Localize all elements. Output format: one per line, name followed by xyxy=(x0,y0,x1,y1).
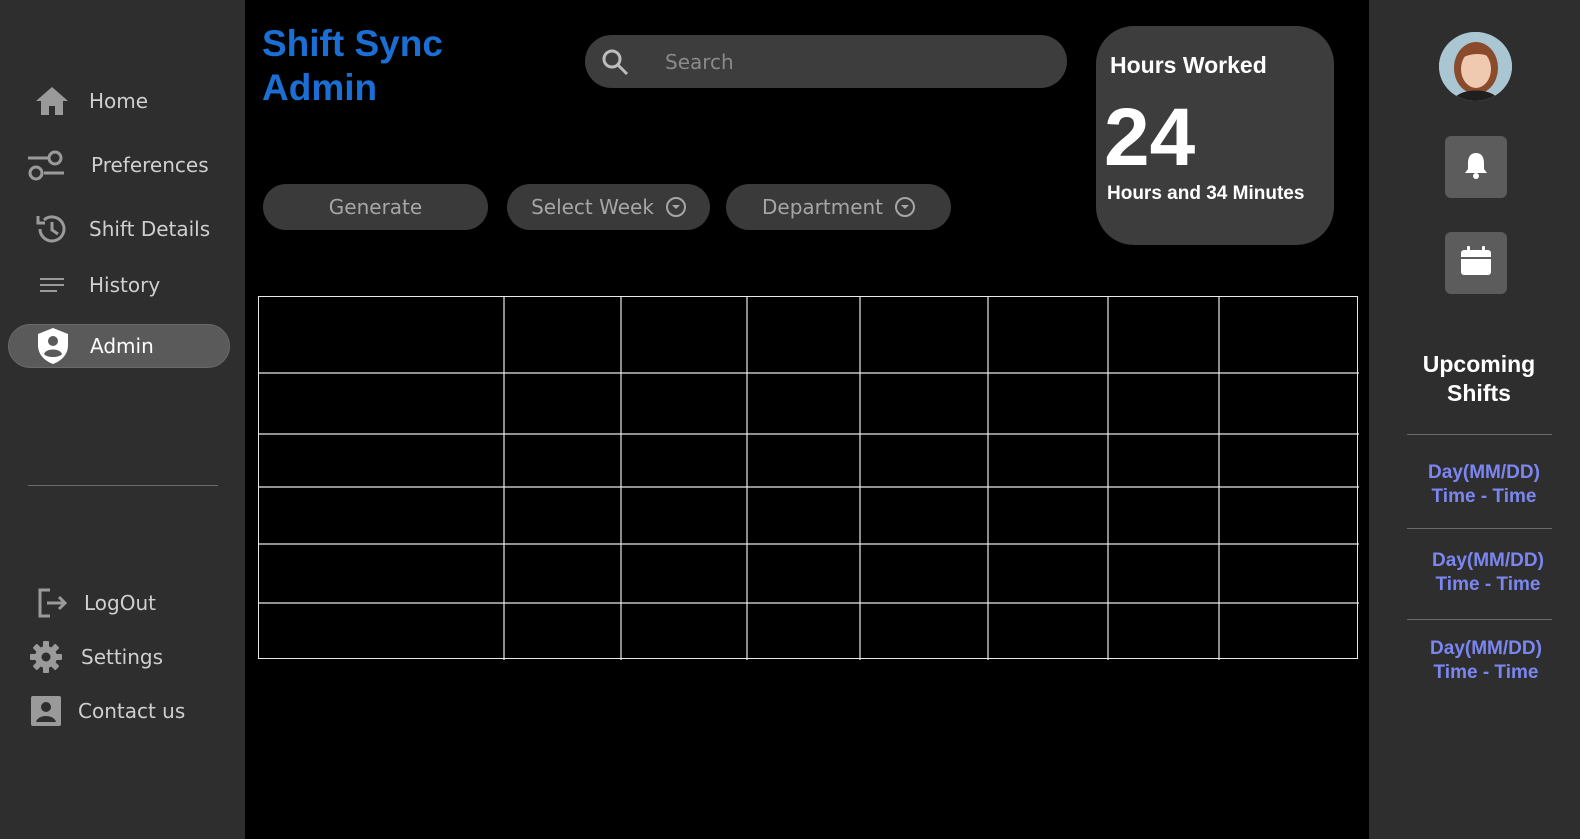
sidebar-item-contact[interactable]: Contact us xyxy=(8,689,230,733)
department-label: Department xyxy=(761,195,884,219)
chevron-down-icon xyxy=(895,197,916,217)
upcoming-shifts-title: Upcoming Shifts xyxy=(1422,351,1536,406)
upcoming-shift-item[interactable]: Day(MM/DD) Time - Time xyxy=(1411,637,1561,685)
upcoming-divider xyxy=(1407,434,1552,435)
sidebar-item-home[interactable]: Home xyxy=(8,79,230,123)
select-week-dropdown[interactable]: Select Week xyxy=(507,184,710,230)
shift-time: Time - Time xyxy=(1435,574,1541,595)
select-week-label: Select Week xyxy=(531,195,654,219)
upcoming-shift-item[interactable]: Day(MM/DD) Time - Time xyxy=(1413,549,1563,597)
chevron-down-icon xyxy=(665,197,686,217)
history-clock-icon xyxy=(32,211,72,247)
shift-day: Day(MM/DD) xyxy=(1432,550,1544,571)
search-bar[interactable] xyxy=(585,35,1067,88)
search-icon xyxy=(601,48,629,76)
hours-worked-title: Hours Worked xyxy=(1110,52,1267,78)
schedule-grid-lines xyxy=(259,297,1359,660)
generate-button[interactable]: Generate xyxy=(263,184,488,230)
contact-card-icon xyxy=(26,693,66,729)
shift-day: Day(MM/DD) xyxy=(1428,462,1540,483)
shift-day: Day(MM/DD) xyxy=(1430,638,1542,659)
sidebar-item-shift-details[interactable]: Shift Details xyxy=(8,207,230,251)
notifications-button[interactable] xyxy=(1445,136,1507,198)
lines-icon xyxy=(32,267,72,303)
sidebar-item-label: Admin xyxy=(90,334,154,358)
department-dropdown[interactable]: Department xyxy=(726,184,951,230)
left-sidebar: Home Preferences Shift Details History A… xyxy=(0,0,245,839)
sidebar-item-admin[interactable]: Admin xyxy=(8,324,230,368)
calendar-button[interactable] xyxy=(1445,232,1507,294)
upcoming-shift-item[interactable]: Day(MM/DD) Time - Time xyxy=(1409,461,1559,509)
logout-icon xyxy=(32,585,72,621)
hours-worked-subtitle: Hours and 34 Minutes xyxy=(1107,183,1305,204)
right-panel: Upcoming Shifts Day(MM/DD) Time - Time D… xyxy=(1369,0,1580,839)
shield-user-icon xyxy=(33,328,73,364)
sidebar-divider xyxy=(28,485,218,486)
gear-icon xyxy=(26,639,66,675)
upcoming-divider xyxy=(1407,619,1552,620)
sidebar-item-label: Preferences xyxy=(91,153,209,177)
sidebar-item-label: History xyxy=(89,273,161,297)
upcoming-divider xyxy=(1407,528,1552,529)
hours-worked-card: Hours Worked 24 Hours and 34 Minutes xyxy=(1096,26,1334,245)
search-input[interactable] xyxy=(663,45,1043,78)
sidebar-item-label: Contact us xyxy=(78,699,186,723)
bell-icon xyxy=(1463,151,1489,183)
app-title: Shift Sync Admin xyxy=(262,23,443,108)
generate-button-label: Generate xyxy=(328,195,423,219)
hours-worked-value: 24 xyxy=(1104,92,1196,183)
avatar[interactable] xyxy=(1439,32,1512,101)
calendar-icon xyxy=(1460,246,1492,280)
sidebar-item-history[interactable]: History xyxy=(8,263,230,307)
shift-time: Time - Time xyxy=(1431,486,1537,507)
sidebar-item-label: LogOut xyxy=(84,591,156,615)
sidebar-item-preferences[interactable]: Preferences xyxy=(8,143,230,187)
sidebar-item-settings[interactable]: Settings xyxy=(8,635,230,679)
schedule-grid[interactable] xyxy=(258,296,1359,660)
sidebar-item-label: Shift Details xyxy=(89,217,211,241)
sliders-icon xyxy=(26,147,66,183)
home-icon xyxy=(32,83,72,119)
sidebar-item-label: Settings xyxy=(81,645,164,669)
sidebar-item-logout[interactable]: LogOut xyxy=(8,581,230,625)
shift-time: Time - Time xyxy=(1433,662,1539,683)
sidebar-item-label: Home xyxy=(89,89,149,113)
